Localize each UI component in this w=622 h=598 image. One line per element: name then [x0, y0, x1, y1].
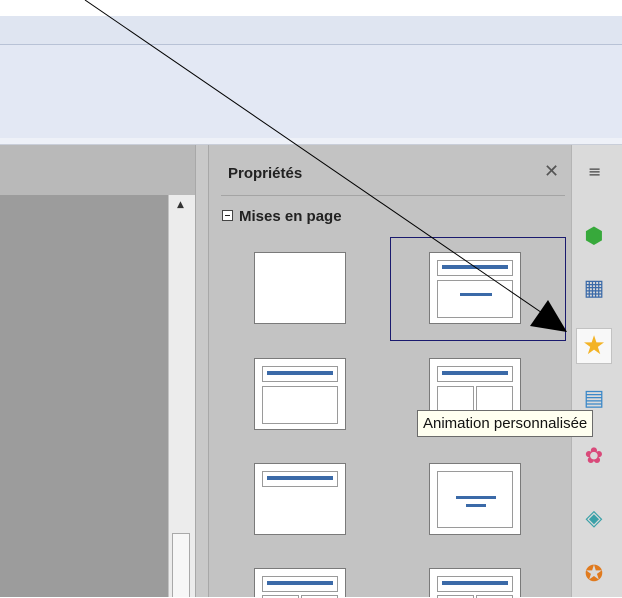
- panel-title: Propriétés: [228, 165, 303, 182]
- section-layouts-label[interactable]: Mises en page: [239, 208, 342, 225]
- title-bar: [267, 581, 333, 585]
- layout-thumb-blank[interactable]: [254, 252, 346, 324]
- tooltip: Animation personnalisée: [417, 410, 594, 437]
- star-icon: ★: [582, 331, 606, 361]
- tab-master-slides[interactable]: ▦: [576, 270, 612, 306]
- toolbar-top: [0, 16, 622, 45]
- panel-divider: [221, 195, 565, 196]
- layout-thumb-title-only[interactable]: [254, 463, 346, 535]
- close-icon[interactable]: ✕: [544, 161, 559, 182]
- tab-gallery[interactable]: ✿: [576, 438, 612, 474]
- toolbar-area: [0, 45, 622, 138]
- centered-bar-1: [456, 496, 496, 499]
- content-placeholder: [262, 386, 338, 424]
- navigator-image-icon: ◈: [585, 505, 603, 531]
- title-bar: [442, 581, 508, 585]
- workspace-header: [0, 145, 195, 195]
- slide-canvas[interactable]: [0, 195, 168, 597]
- collapse-minus-icon[interactable]: [222, 210, 233, 221]
- toolbar-separator: [0, 138, 622, 145]
- slide-transition-icon: ▤: [583, 385, 605, 411]
- centered-placeholder: [437, 471, 513, 528]
- panel-splitter[interactable]: [195, 145, 209, 597]
- scroll-up-arrow-icon[interactable]: ▲: [177, 200, 184, 210]
- layout-thumb-title-content-2[interactable]: [254, 358, 346, 430]
- gallery-icon: ✿: [584, 443, 604, 469]
- centered-bar-2: [466, 504, 486, 507]
- scrollbar-thumb[interactable]: [172, 533, 190, 597]
- tab-compass[interactable]: ✪: [576, 556, 612, 592]
- tab-properties[interactable]: ⬢: [576, 218, 612, 254]
- master-slides-icon: ▦: [583, 275, 605, 301]
- selected-layout-frame: [390, 237, 566, 341]
- tab-custom-animation[interactable]: ★: [576, 328, 612, 364]
- compass-icon: ✪: [584, 561, 604, 587]
- cube-icon: ⬢: [584, 223, 604, 249]
- layout-thumb-title-content-partial[interactable]: [429, 568, 521, 598]
- layout-thumb-centered-text[interactable]: [429, 463, 521, 535]
- window-top: [0, 0, 622, 16]
- sidebar-menu-icon[interactable]: ≡: [588, 162, 601, 181]
- title-bar: [267, 476, 333, 480]
- tab-navigator[interactable]: ◈: [576, 500, 612, 536]
- title-bar: [442, 371, 508, 375]
- title-bar: [267, 371, 333, 375]
- layout-thumb-title-2-content-partial[interactable]: [254, 568, 346, 598]
